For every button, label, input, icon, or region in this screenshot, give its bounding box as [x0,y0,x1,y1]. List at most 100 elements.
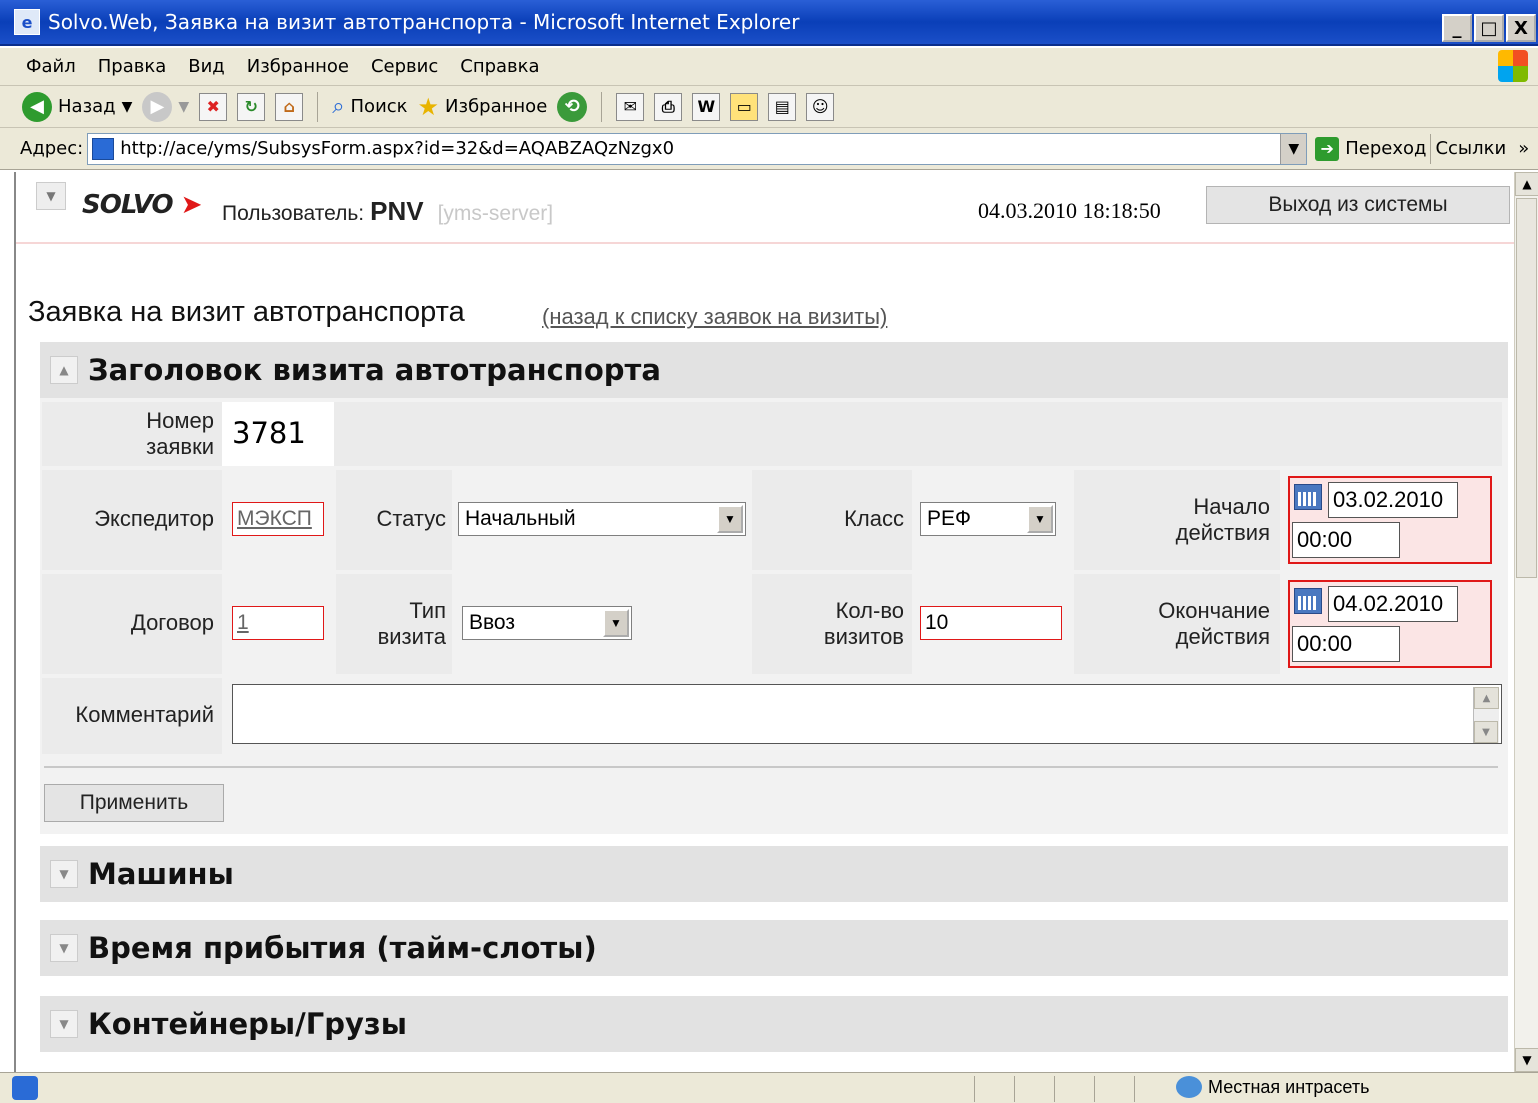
page-scrollbar[interactable]: ▲ ▼ [1514,172,1538,1072]
menu-view[interactable]: Вид [188,56,225,77]
menu-favorites[interactable]: Избранное [247,56,349,77]
forwarder-field[interactable]: МЭКСП [232,502,324,536]
status-value: Начальный [465,507,576,530]
contract-field[interactable]: 1 [232,606,324,640]
chevron-down-icon[interactable]: ▼ [178,99,189,115]
calendar-icon[interactable] [1294,588,1322,614]
menu-tools[interactable]: Сервис [371,56,438,77]
research-icon[interactable]: ▤ [768,92,797,121]
discuss-icon[interactable]: ▭ [730,92,759,121]
current-datetime: 04.03.2010 18:18:50 [978,198,1161,223]
class-select[interactable]: РЕФ ▼ [920,502,1056,536]
mail-icon[interactable]: ✉ [616,92,645,121]
address-url: http://ace/yms/SubsysForm.aspx?id=32&d=A… [120,138,675,159]
security-zone: Местная интрасеть [1176,1076,1369,1098]
end-time-input[interactable]: 00:00 [1292,626,1400,662]
start-date-input[interactable]: 03.02.2010 [1328,482,1458,518]
contract-value[interactable]: 1 [237,611,249,635]
chevron-down-icon[interactable]: ▼ [50,860,78,888]
zone-label: Местная интрасеть [1208,1076,1370,1097]
visit-type-value: Ввоз [469,611,515,634]
status-select[interactable]: Начальный ▼ [458,502,746,536]
chevron-up-icon[interactable]: ▲ [1474,687,1499,709]
stop-icon[interactable]: ✖ [199,92,228,121]
messenger-icon[interactable]: ☺ [806,92,835,121]
start-time-input[interactable]: 00:00 [1292,522,1400,558]
scrollbar-thumb[interactable] [1516,198,1537,578]
section-containers[interactable]: ▼ Контейнеры/Грузы [40,996,1508,1052]
end-date-input[interactable]: 04.02.2010 [1328,586,1458,622]
chevron-down-icon[interactable]: ▼ [1515,1048,1538,1072]
print-icon[interactable]: ⎙ [654,92,683,121]
menu-file[interactable]: Файл [26,56,76,77]
links-button[interactable]: Ссылки [1435,138,1506,159]
solvo-logo: SOLVO ➤ [82,190,202,220]
maximize-button[interactable]: □ [1474,14,1504,42]
forwarder-label: Экспедитор [94,506,214,531]
ie-icon: e [14,9,40,35]
section-title: Машины [88,857,234,891]
go-button[interactable]: ➔ Переход [1315,136,1427,161]
home-icon[interactable]: ⌂ [275,92,304,121]
address-input[interactable]: http://ace/yms/SubsysForm.aspx?id=32&d=A… [87,132,1308,165]
chevron-down-icon[interactable]: ▼ [1027,505,1053,533]
chevron-down-icon[interactable]: ▼ [717,505,743,533]
go-arrow-icon: ➔ [1315,136,1340,161]
window-titlebar: e Solvo.Web, Заявка на визит автотранспо… [0,0,1538,46]
forwarder-value[interactable]: МЭКСП [237,507,312,531]
favorites-button[interactable]: ★ Избранное [418,90,548,124]
status-slot [1054,1076,1094,1102]
status-slots [974,1076,1174,1102]
menu-bar: Файл Правка Вид Избранное Сервис Справка [0,48,1538,86]
status-slot [974,1076,1014,1102]
forward-button[interactable]: ▶ ▼ [142,90,189,124]
user-info: Пользователь: PNV [yms-server] [222,196,553,227]
chevron-down-icon[interactable]: ▼ [1474,721,1498,743]
refresh-icon[interactable]: ↻ [237,92,266,121]
user-label: Пользователь: [222,202,365,225]
visit-type-select[interactable]: Ввоз ▼ [462,606,632,640]
toolbar-divider [1430,133,1432,164]
windows-logo-icon [1498,50,1528,82]
visits-count-input[interactable]: 10 [920,606,1062,640]
close-button[interactable]: X [1506,14,1536,42]
comment-label: Комментарий [75,702,214,727]
status-slot [1014,1076,1054,1102]
chevron-up-icon[interactable]: ▲ [50,356,78,384]
chevron-right-icon[interactable]: » [1518,138,1529,159]
chevron-up-icon[interactable]: ▲ [1515,172,1538,196]
section-machines[interactable]: ▼ Машины [40,846,1508,902]
back-button[interactable]: ◀ Назад ▼ [22,90,132,124]
go-label: Переход [1345,138,1427,159]
apply-button[interactable]: Применить [44,784,224,822]
menu-help[interactable]: Справка [460,56,539,77]
chevron-down-icon[interactable]: ▼ [50,1010,78,1038]
calendar-icon[interactable] [1294,484,1322,510]
back-to-list-link[interactable]: (назад к списку заявок на визиты) [542,304,887,330]
toolbar-divider [601,91,603,122]
chevron-down-icon[interactable]: ▼ [122,99,133,115]
star-icon: ★ [417,92,440,121]
row-filler [334,402,1502,466]
class-value: РЕФ [927,507,971,530]
history-icon[interactable]: ⟲ [557,91,588,122]
chevron-down-icon[interactable]: ▼ [36,182,66,210]
visits-count-label: Кол-во визитов [823,598,904,649]
menu-edit[interactable]: Правка [98,56,167,77]
section-arrival-time[interactable]: ▼ Время прибытия (тайм-слоты) [40,920,1508,976]
section-title: Контейнеры/Грузы [88,1007,407,1041]
chevron-down-icon[interactable]: ▼ [50,934,78,962]
search-button[interactable]: ⌕ Поиск [332,90,407,124]
edit-icon[interactable]: W [692,92,721,121]
comment-textarea[interactable]: ▲ ▼ [232,684,1502,744]
visits-count-value: 10 [925,611,949,634]
visit-header-section[interactable]: ▲ Заголовок визита автотранспорта [40,342,1508,398]
chevron-down-icon[interactable]: ▼ [1280,133,1307,164]
form-divider [44,766,1498,768]
textarea-scrollbar[interactable]: ▲ ▼ [1473,687,1499,743]
logout-button[interactable]: Выход из системы [1206,186,1510,224]
minimize-button[interactable]: _ [1442,14,1472,42]
window-title: Solvo.Web, Заявка на визит автотранспорт… [48,10,800,34]
chevron-down-icon[interactable]: ▼ [603,609,629,637]
intranet-icon [1176,1076,1202,1098]
